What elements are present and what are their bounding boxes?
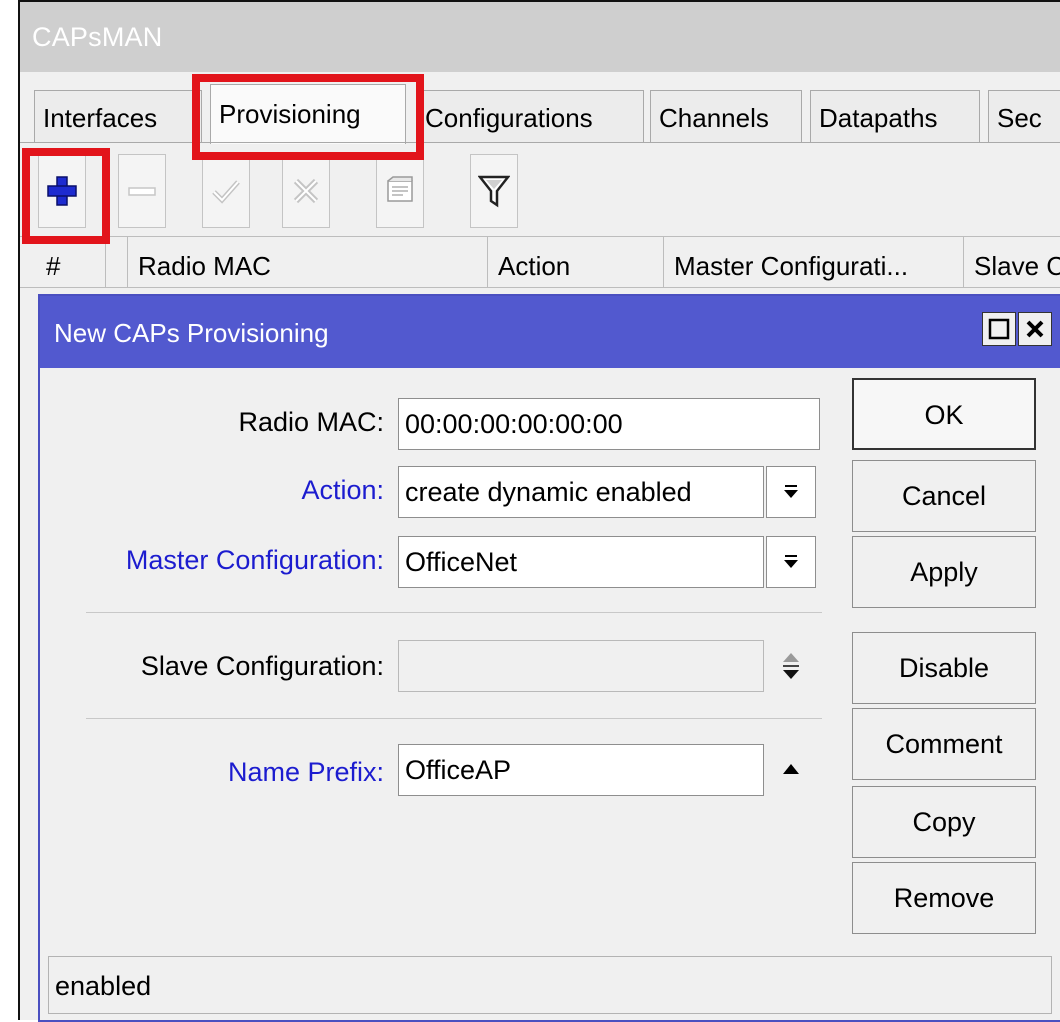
dialog-title: New CAPs Provisioning <box>54 318 329 348</box>
add-button[interactable] <box>38 154 86 228</box>
master-configuration-label: Master Configuration: <box>125 545 384 575</box>
plus-icon <box>47 176 77 206</box>
close-button[interactable] <box>1018 312 1052 346</box>
tab-channels[interactable]: Channels <box>650 90 802 142</box>
separator <box>86 718 822 719</box>
dropdown-arrow-icon <box>784 555 798 568</box>
comment-icon <box>387 176 413 202</box>
tab-divider <box>20 142 1060 143</box>
cancel-button[interactable]: Cancel <box>852 460 1036 532</box>
slave-configuration-select[interactable] <box>398 640 764 692</box>
window-titlebar: CAPsMAN <box>20 2 1060 73</box>
status-bar: enabled <box>48 956 1052 1014</box>
name-prefix-input[interactable]: OfficeAP <box>398 744 764 796</box>
dropdown-arrow-icon <box>784 485 798 498</box>
maximize-icon <box>988 318 1010 340</box>
up-down-arrow-icon <box>783 653 799 679</box>
tab-security[interactable]: Sec <box>988 90 1060 142</box>
column-master-configuration[interactable]: Master Configurati... <box>664 237 964 287</box>
comment-button[interactable] <box>376 154 424 228</box>
disable-button[interactable] <box>282 154 330 228</box>
master-configuration-dropdown-button[interactable] <box>766 536 816 588</box>
separator <box>86 612 822 613</box>
maximize-button[interactable] <box>982 312 1016 346</box>
column-spacer <box>106 237 128 287</box>
apply-button[interactable]: Apply <box>852 536 1036 608</box>
column-number[interactable]: # <box>36 237 106 287</box>
master-configuration-select[interactable]: OfficeNet <box>398 536 764 588</box>
remove-button[interactable] <box>118 154 166 228</box>
name-prefix-collapse-button[interactable] <box>776 754 806 784</box>
close-icon <box>1026 320 1044 338</box>
column-radio-mac[interactable]: Radio MAC <box>128 237 488 287</box>
copy-button[interactable]: Copy <box>852 786 1036 858</box>
enable-button[interactable] <box>202 154 250 228</box>
table-header: # Radio MAC Action Master Configurati...… <box>20 236 1060 288</box>
slave-configuration-updown-button[interactable] <box>776 646 806 686</box>
action-dropdown-button[interactable] <box>766 466 816 518</box>
tab-interfaces[interactable]: Interfaces <box>34 90 202 142</box>
check-icon <box>212 180 240 204</box>
comment-button[interactable]: Comment <box>852 708 1036 780</box>
filter-button[interactable] <box>470 154 518 228</box>
dialog-titlebar: New CAPs Provisioning <box>40 296 1060 368</box>
new-caps-provisioning-dialog: New CAPs Provisioning Radio MAC: 00:00:0… <box>38 294 1060 1022</box>
minus-icon <box>128 187 156 196</box>
capsman-window: CAPsMAN Interfaces Provisioning Configur… <box>18 0 1060 1022</box>
radio-mac-input[interactable]: 00:00:00:00:00:00 <box>398 398 820 450</box>
radio-mac-label: Radio MAC: <box>238 407 384 437</box>
column-action[interactable]: Action <box>488 237 664 287</box>
disable-button[interactable]: Disable <box>852 632 1036 704</box>
action-select[interactable]: create dynamic enabled <box>398 466 764 518</box>
name-prefix-label: Name Prefix: <box>227 757 384 787</box>
column-slave-configuration[interactable]: Slave C <box>964 237 1060 287</box>
window-title: CAPsMAN <box>32 22 163 52</box>
slave-configuration-label: Slave Configuration: <box>140 651 384 681</box>
action-label: Action: <box>301 475 384 505</box>
remove-button[interactable]: Remove <box>852 862 1036 934</box>
up-arrow-icon <box>783 764 799 774</box>
tab-configurations[interactable]: Configurations <box>416 90 644 142</box>
tab-datapaths[interactable]: Datapaths <box>810 90 980 142</box>
tab-provisioning[interactable]: Provisioning <box>210 84 406 144</box>
cross-icon <box>293 178 319 204</box>
ok-button[interactable]: OK <box>852 378 1036 450</box>
filter-icon <box>478 175 510 208</box>
